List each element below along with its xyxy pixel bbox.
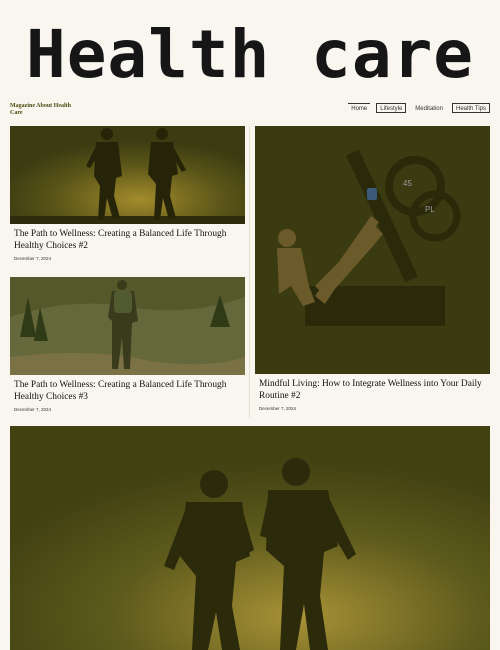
post-title[interactable]: The Path to Wellness: Creating a Balance… [14, 229, 241, 252]
nav-home[interactable]: Home [348, 103, 371, 113]
nav-lifestyle[interactable]: Lifestyle [376, 103, 407, 113]
main-nav: Home Lifestyle Meditation Health Tips [348, 103, 490, 113]
post-image-hiker[interactable] [10, 277, 245, 375]
post-card: 45 PL Mindful Living: How to Integrate W… [255, 126, 490, 416]
nav-health-tips[interactable]: Health Tips [451, 103, 490, 113]
site-logo[interactable]: Health care [0, 22, 500, 88]
post-card: The Path to Wellness: Creating a Balance… [10, 126, 245, 266]
nav-meditation[interactable]: Meditation [412, 103, 446, 113]
post-date: December 7, 2024 [14, 256, 52, 261]
svg-text:PL: PL [425, 205, 435, 214]
post-card: The Path to Wellness: Creating a Balance… [10, 277, 245, 417]
post-image-gym[interactable]: 45 PL [255, 126, 490, 374]
post-image-runners[interactable] [10, 126, 245, 224]
post-card-featured [10, 426, 490, 650]
post-date: December 7, 2024 [14, 407, 52, 412]
svg-text:45: 45 [403, 179, 412, 188]
post-image-runners-large[interactable] [10, 426, 490, 650]
post-title[interactable]: The Path to Wellness: Creating a Balance… [14, 380, 241, 403]
column-divider [249, 126, 250, 418]
post-title[interactable]: Mindful Living: How to Integrate Wellnes… [259, 379, 486, 402]
post-date: December 7, 2024 [259, 406, 297, 411]
site-tagline: Magazine About Health Care [10, 103, 71, 116]
